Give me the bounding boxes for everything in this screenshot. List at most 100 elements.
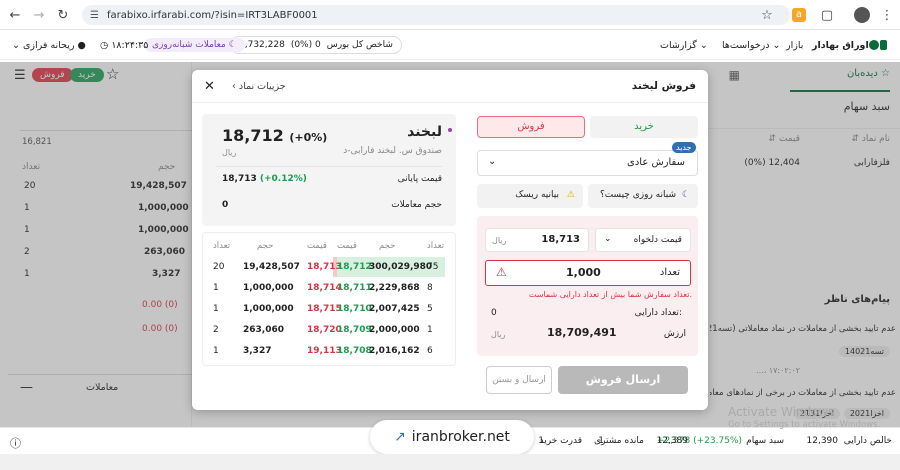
order-book-row[interactable]: 1 3,327 19,113 18,708 2,016,162 6 bbox=[203, 341, 457, 361]
nav-requests-label: درخواست‌ها bbox=[722, 40, 770, 51]
nav-market[interactable]: بازار bbox=[786, 40, 803, 51]
value-currency: ریال bbox=[491, 330, 506, 339]
bookmark-star-icon[interactable]: ☆ bbox=[758, 6, 776, 24]
iranbroker-watermark: ↗ iranbroker.net bbox=[370, 420, 534, 454]
price-type-select[interactable]: قیمت دلخواه ⌄ bbox=[595, 228, 691, 252]
last-price-change: (+0%) bbox=[289, 131, 328, 144]
quantity-label: تعداد bbox=[659, 267, 680, 278]
user-name: ریحانه فرازی bbox=[23, 40, 75, 51]
error-warning-icon: ⚠ bbox=[496, 265, 507, 279]
tab-sell[interactable]: فروش bbox=[477, 116, 585, 138]
ob-buy-volume: 2,229,868 bbox=[369, 283, 420, 293]
risk-statement-button[interactable]: ⚠ بیانیه ریسک bbox=[477, 184, 583, 208]
ob-buy-price: 18,711 bbox=[337, 283, 372, 293]
moon-icon: ☾ bbox=[228, 40, 237, 50]
extension-icon[interactable]: a bbox=[792, 8, 806, 22]
ob-sell-count: 1 bbox=[213, 304, 219, 314]
night-session-badge[interactable]: معاملات شبانه‌روزی ☾ bbox=[144, 38, 245, 52]
risk-statement-label: بیانیه ریسک bbox=[515, 190, 559, 200]
activate-windows-title: Activate Windows bbox=[728, 405, 835, 419]
net-assets-label: خالص دارایی bbox=[843, 436, 892, 446]
order-type-select[interactable]: سفارش عادی ⌄ bbox=[477, 150, 698, 176]
nav-reports-label: گزارشات bbox=[660, 40, 697, 51]
ob-sell-volume: 3,327 bbox=[243, 346, 272, 356]
alert-icon[interactable]: ⓘ bbox=[10, 435, 21, 451]
value-label: ارزش bbox=[663, 329, 686, 339]
chevron-left-icon: ‹ bbox=[232, 81, 236, 92]
session-label: معاملات شبانه‌روزی bbox=[152, 40, 226, 50]
site-info-icon[interactable]: ☰ bbox=[90, 10, 99, 21]
order-type-value: سفارش عادی bbox=[627, 157, 685, 168]
close-price-value: 18,713 bbox=[222, 174, 257, 184]
browser-menu-icon[interactable]: ⋮ bbox=[878, 6, 896, 24]
index-label: شاخص کل بورس bbox=[326, 40, 393, 50]
chart-trend-icon: ↗ bbox=[394, 429, 406, 445]
nav-reports[interactable]: گزارشات ⌄ bbox=[660, 40, 708, 51]
quantity-input[interactable]: تعداد 1,000 ⚠ bbox=[485, 260, 691, 286]
new-badge: جدید bbox=[672, 142, 696, 153]
volume-value: 0 bbox=[222, 200, 229, 210]
order-book-row[interactable]: 1 1,000,000 18,714 18,711 2,229,868 8 bbox=[203, 278, 457, 298]
user-menu[interactable]: ⌄ ریحانه فرازی ● bbox=[12, 40, 86, 51]
index-value: 2,732,228 bbox=[239, 40, 285, 50]
market-index-pill[interactable]: 2,732,228 (0%) 0 شاخص کل بورس bbox=[230, 36, 402, 54]
submit-and-close-button[interactable]: ارسال و بستن bbox=[486, 366, 552, 394]
clock: ◷ ۱۸:۲۴:۳۵ bbox=[100, 40, 148, 51]
order-book-rows: 20 19,428,507 18,713 18,712 300,029,980 75 1 1,… bbox=[203, 257, 457, 362]
tab-buy[interactable]: خرید bbox=[590, 116, 698, 138]
order-book-row[interactable]: 2 263,060 18,720 18,709 2,000,000 1 bbox=[203, 320, 457, 340]
forward-icon[interactable]: → bbox=[30, 6, 48, 24]
portfolio-value: 12,389 bbox=[656, 436, 689, 446]
chevron-down-icon: ⌄ bbox=[604, 234, 612, 244]
clock-icon: ◷ bbox=[100, 40, 109, 51]
symbol-details-label: جزییات نماد bbox=[238, 81, 286, 92]
buy-power-value: 1 bbox=[538, 436, 544, 446]
sell-order-modal: فروش لبخند ✕ ‹ جزییات نماد لبخند صندوق س… bbox=[192, 70, 708, 410]
ob-sell-volume: 1,000,000 bbox=[243, 283, 294, 293]
holding-label: تعداد دارایی: bbox=[634, 308, 682, 318]
buy-power-label: قدرت خرید bbox=[539, 436, 582, 446]
extensions-puzzle-icon[interactable]: ▢ bbox=[818, 6, 836, 24]
address-bar[interactable]: ☰ farabixo.irfarabi.com/?isin=IRT3LABF00… bbox=[82, 5, 790, 25]
price-input[interactable]: 18,713 ریال bbox=[485, 228, 589, 252]
close-icon[interactable]: ✕ bbox=[204, 79, 215, 94]
status-dot bbox=[448, 128, 452, 132]
close-price-label: قیمت پایانی bbox=[397, 174, 442, 184]
order-book-row[interactable]: 20 19,428,507 18,713 18,712 300,029,980 75 bbox=[203, 257, 457, 277]
price-type-value: قیمت دلخواه bbox=[633, 235, 682, 245]
ob-buy-volume: 300,029,980 bbox=[369, 262, 433, 272]
ob-sell-count: 20 bbox=[213, 262, 225, 272]
back-icon[interactable]: ← bbox=[6, 6, 24, 24]
quantity-value: 1,000 bbox=[566, 266, 601, 279]
ob-sell-volume: 263,060 bbox=[243, 325, 284, 335]
symbol-details-link[interactable]: ‹ جزییات نماد bbox=[232, 81, 286, 92]
brand-logo-icon bbox=[868, 37, 888, 53]
ob-buy-volume: 2,007,425 bbox=[369, 304, 420, 314]
modal-title: فروش لبخند bbox=[631, 80, 696, 92]
profile-avatar[interactable] bbox=[854, 7, 870, 23]
net-assets-value: 12,390 bbox=[806, 436, 839, 446]
header-buy-count: تعداد bbox=[427, 241, 445, 251]
order-book-row[interactable]: 1 1,000,000 18,715 18,710 2,007,425 5 bbox=[203, 299, 457, 319]
volume-label: حجم معاملات bbox=[391, 200, 442, 210]
nav-requests[interactable]: درخواست‌ها ⌄ bbox=[722, 40, 780, 51]
ob-buy-price: 18,708 bbox=[337, 346, 372, 356]
ob-sell-volume: 1,000,000 bbox=[243, 304, 294, 314]
price-input-value: 18,713 bbox=[541, 234, 580, 245]
last-price-value: 18,712 bbox=[222, 126, 284, 145]
header-buy-price: قیمت bbox=[337, 241, 357, 251]
submit-sell-button[interactable]: ارسال فروش bbox=[558, 366, 688, 394]
daynight-info-button[interactable]: ☾ شبانه روزی چیست؟ bbox=[588, 184, 698, 208]
header-buy-volume: حجم bbox=[379, 241, 396, 251]
order-book-header: تعداد حجم قیمت قیمت حجم تعداد bbox=[203, 241, 457, 253]
ob-buy-volume: 2,000,000 bbox=[369, 325, 420, 335]
ob-buy-price: 18,710 bbox=[337, 304, 372, 314]
header-sell-count: تعداد bbox=[213, 241, 231, 251]
reload-icon[interactable]: ↻ bbox=[54, 6, 72, 24]
symbol-description: صندوق س. لبخند فارابی-د bbox=[343, 146, 442, 156]
url-text: farabixo.irfarabi.com/?isin=IRT3LABF0001 bbox=[106, 9, 318, 21]
ob-buy-volume: 2,016,162 bbox=[369, 346, 420, 356]
ob-buy-count: 8 bbox=[427, 283, 433, 293]
chevron-down-icon: ⌄ bbox=[488, 156, 497, 167]
chevron-down-icon: ⌄ bbox=[699, 40, 708, 51]
